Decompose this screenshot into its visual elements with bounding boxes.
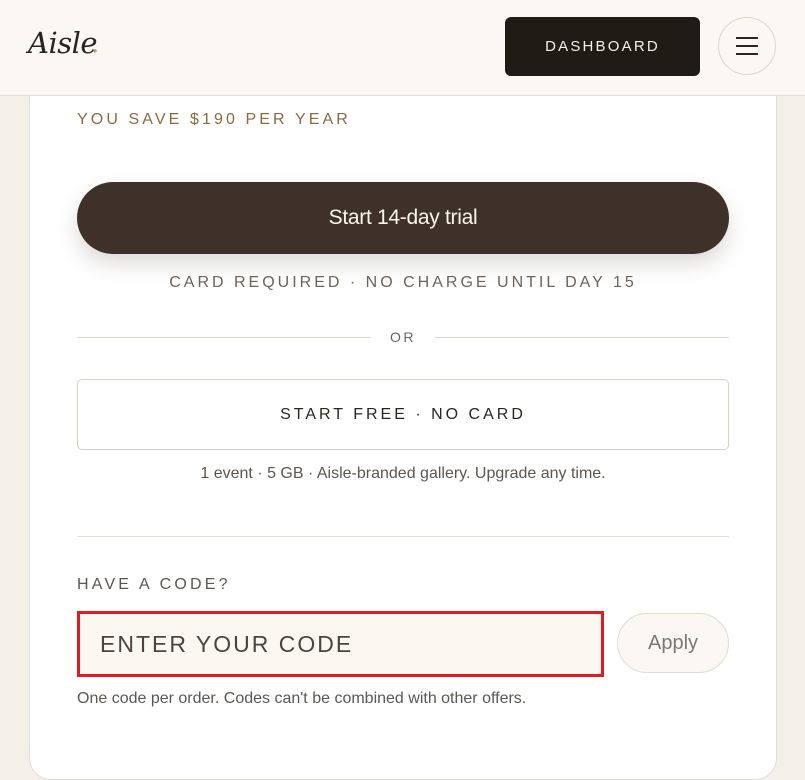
logo[interactable]: Aisle — [28, 26, 98, 60]
apply-code-button[interactable]: Apply — [617, 613, 729, 673]
section-divider — [77, 536, 729, 537]
start-trial-button[interactable]: Start 14-day trial — [77, 182, 729, 254]
menu-bar — [736, 37, 758, 39]
promo-code-note: One code per order. Codes can't be combi… — [77, 690, 527, 707]
site-header: Aisle . DASHBOARD — [0, 0, 805, 96]
trial-note: CARD REQUIRED · NO CHARGE UNTIL DAY 15 — [169, 274, 637, 291]
hamburger-menu-icon[interactable] — [718, 17, 776, 75]
dashboard-button[interactable]: DASHBOARD — [505, 17, 700, 76]
free-plan-note: 1 event · 5 GB · Aisle-branded gallery. … — [200, 465, 606, 482]
savings-text: YOU SAVE $190 PER YEAR — [77, 111, 351, 128]
promo-code-label: HAVE A CODE? — [77, 576, 231, 593]
start-free-button[interactable]: START FREE · NO CARD — [77, 379, 729, 450]
promo-code-input[interactable] — [77, 611, 604, 677]
divider-line — [435, 337, 729, 338]
logo-dot: . — [91, 29, 100, 59]
or-divider: OR — [77, 327, 729, 349]
menu-bar — [736, 45, 758, 47]
divider-line — [77, 337, 371, 338]
or-label: OR — [390, 329, 416, 345]
menu-bar — [736, 53, 758, 55]
